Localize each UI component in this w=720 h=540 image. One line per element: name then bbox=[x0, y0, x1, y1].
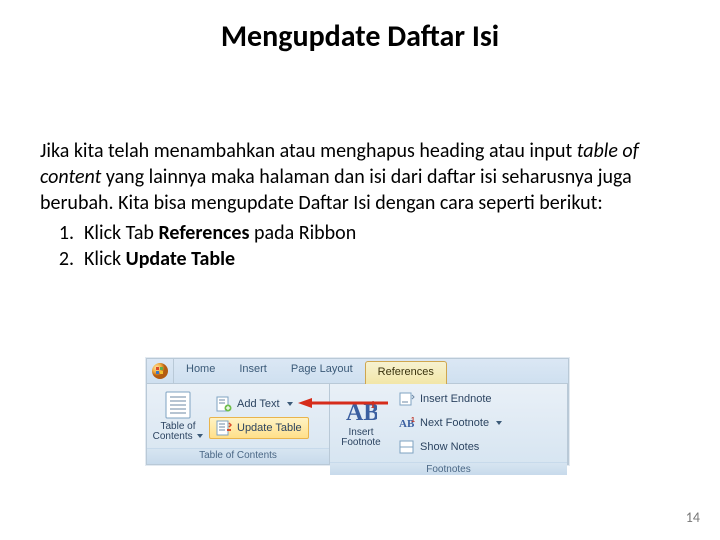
next-footnote-icon: AB1 bbox=[399, 415, 415, 431]
insert-endnote-button[interactable]: Insert Endnote bbox=[392, 388, 509, 410]
insert-endnote-label: Insert Endnote bbox=[420, 393, 492, 405]
tab-insert[interactable]: Insert bbox=[227, 359, 279, 383]
li-pre: Klick Tab bbox=[84, 221, 158, 245]
show-notes-label: Show Notes bbox=[420, 441, 479, 453]
ribbon-screenshot: Home Insert Page Layout References Table… bbox=[146, 358, 569, 465]
slide-title: Mengupdate Daftar Isi bbox=[0, 18, 720, 55]
add-text-label: Add Text bbox=[237, 398, 280, 410]
add-text-button[interactable]: Add Text bbox=[209, 393, 309, 415]
insert-endnote-icon bbox=[399, 391, 415, 407]
insert-footnote-icon: AB 1 bbox=[345, 398, 377, 426]
toc-label: Table ofContents bbox=[153, 421, 196, 442]
steps-list: 1. Klick Tab References pada Ribbon 2. K… bbox=[40, 220, 680, 272]
insert-footnote-label: InsertFootnote bbox=[341, 428, 380, 448]
next-footnote-button[interactable]: AB1 Next Footnote bbox=[392, 412, 509, 434]
body-text: Jika kita telah menambahkan atau menghap… bbox=[40, 138, 680, 272]
body-p1b: yang lainnya maka halaman dan isi dari d… bbox=[40, 165, 632, 215]
office-button[interactable] bbox=[147, 359, 174, 383]
group-toc-title: Table of Contents bbox=[147, 448, 329, 464]
svg-text:1: 1 bbox=[411, 417, 415, 424]
toc-button[interactable]: Table ofContents bbox=[151, 388, 205, 444]
ribbon-tabs: Home Insert Page Layout References bbox=[147, 359, 568, 384]
update-table-icon bbox=[216, 420, 232, 436]
tab-home[interactable]: Home bbox=[174, 359, 227, 383]
update-table-label: Update Table bbox=[237, 422, 302, 434]
toc-icon bbox=[163, 390, 193, 420]
insert-footnote-button[interactable]: AB 1 InsertFootnote bbox=[334, 395, 388, 451]
group-toc: Table ofContents Add Text Update Table T… bbox=[147, 384, 330, 464]
list-item: 2. Klick Update Table bbox=[40, 246, 680, 272]
add-text-icon bbox=[216, 396, 232, 412]
chevron-down-icon bbox=[287, 402, 293, 406]
body-p1a: Jika kita telah menambahkan atau menghap… bbox=[40, 139, 577, 163]
li-pre: Klick bbox=[84, 247, 126, 271]
update-table-button[interactable]: Update Table bbox=[209, 417, 309, 439]
page-number: 14 bbox=[686, 509, 700, 526]
list-item: 1. Klick Tab References pada Ribbon bbox=[40, 220, 680, 246]
ribbon-groups: Table ofContents Add Text Update Table T… bbox=[147, 384, 568, 464]
group-footnotes: AB 1 InsertFootnote Insert Endnote AB1 N… bbox=[330, 384, 568, 464]
show-notes-icon bbox=[399, 439, 415, 455]
chevron-down-icon bbox=[496, 421, 502, 425]
tab-page-layout[interactable]: Page Layout bbox=[279, 359, 365, 383]
show-notes-button[interactable]: Show Notes bbox=[392, 436, 509, 458]
list-number: 2. bbox=[40, 246, 84, 272]
li-post: pada Ribbon bbox=[249, 221, 356, 245]
li-bold: References bbox=[158, 221, 249, 245]
svg-text:1: 1 bbox=[370, 399, 376, 411]
group-footnotes-title: Footnotes bbox=[330, 462, 567, 475]
list-number: 1. bbox=[40, 220, 84, 246]
tab-references[interactable]: References bbox=[365, 361, 447, 384]
office-orb-icon bbox=[151, 362, 169, 380]
next-footnote-label: Next Footnote bbox=[420, 417, 489, 429]
li-bold: Update Table bbox=[126, 247, 235, 271]
chevron-down-icon bbox=[197, 434, 203, 438]
